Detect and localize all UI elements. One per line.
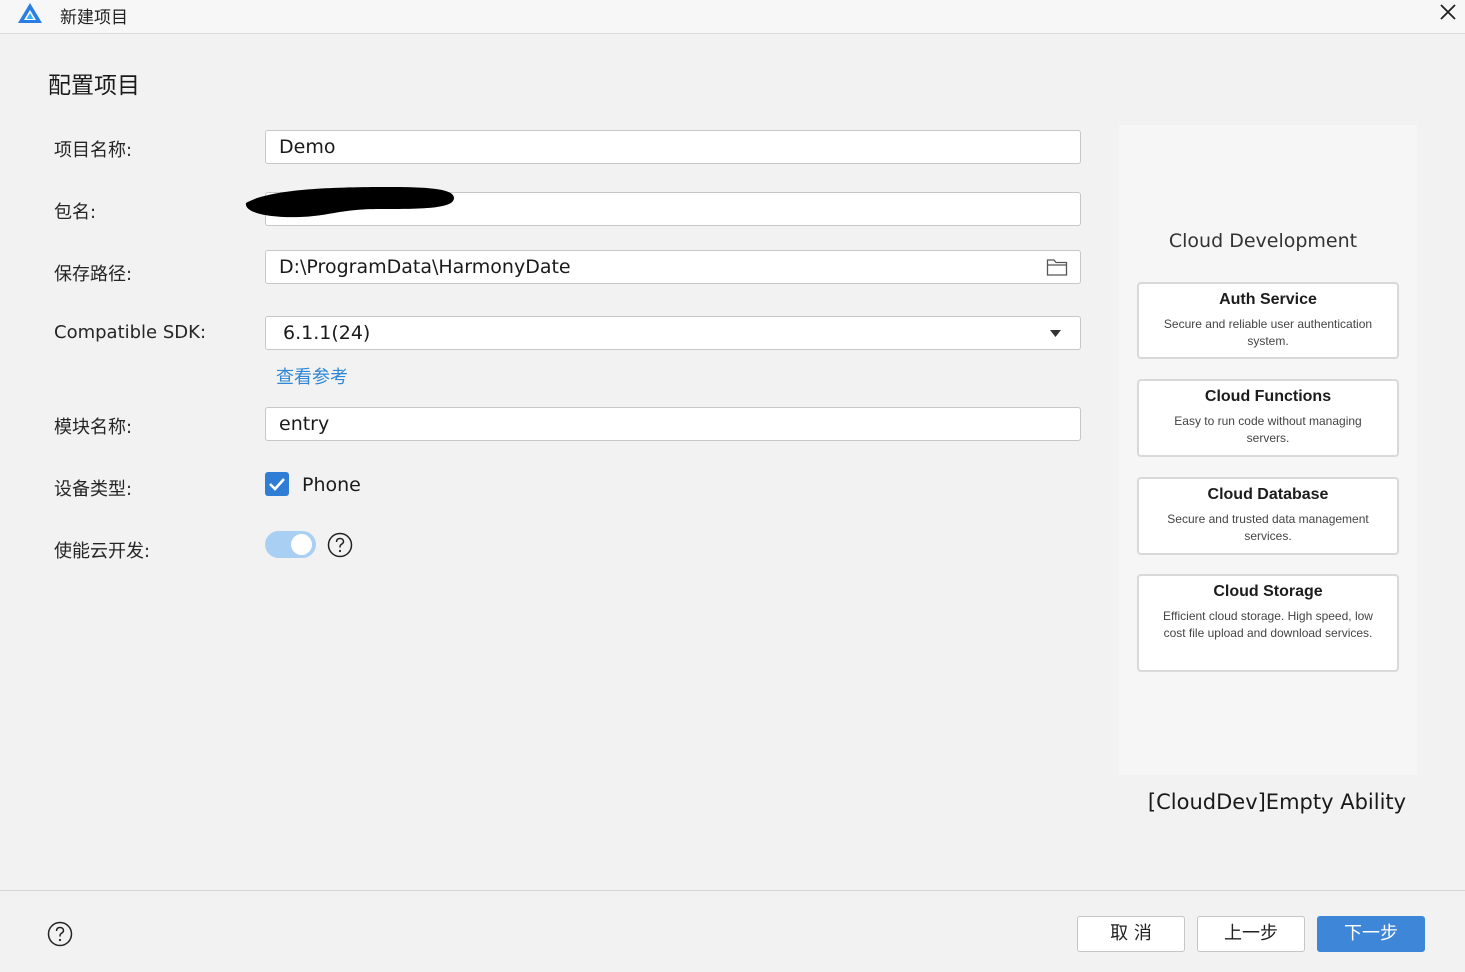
card-title: Cloud Storage bbox=[1213, 583, 1323, 600]
app-logo-icon bbox=[18, 3, 42, 23]
cloud-dev-label: 使能云开发: bbox=[54, 541, 151, 562]
card-title: Cloud Database bbox=[1207, 486, 1329, 503]
toggle-knob bbox=[291, 534, 312, 555]
phone-checkbox[interactable] bbox=[265, 472, 289, 496]
save-path-value: D:\ProgramData\HarmonyDate bbox=[279, 256, 571, 278]
page-title: 配置项目 bbox=[48, 73, 140, 99]
footer-divider bbox=[0, 890, 1465, 891]
card-description: Secure and reliable user authentication … bbox=[1163, 317, 1373, 348]
card-description: Easy to run code without managing server… bbox=[1174, 414, 1362, 445]
help-icon[interactable] bbox=[47, 921, 73, 947]
cloud-dev-toggle[interactable] bbox=[265, 531, 316, 558]
module-name-input[interactable]: entry bbox=[265, 407, 1081, 441]
phone-checkbox-label[interactable]: Phone bbox=[302, 474, 361, 496]
template-preview-panel: Cloud Development Auth Service Secure an… bbox=[1119, 125, 1417, 775]
card-title: Auth Service bbox=[1219, 291, 1317, 308]
card-description: Efficient cloud storage. High speed, low… bbox=[1163, 609, 1373, 640]
compatible-sdk-label: Compatible SDK: bbox=[54, 322, 207, 343]
project-name-label: 项目名称: bbox=[54, 140, 133, 161]
card-title: Cloud Functions bbox=[1204, 388, 1332, 405]
previous-button[interactable]: 上一步 bbox=[1197, 916, 1305, 952]
auth-service-card: Auth Service Secure and reliable user au… bbox=[1137, 282, 1399, 359]
dropdown-arrow-icon bbox=[1050, 330, 1061, 337]
window-title: 新建项目 bbox=[60, 8, 128, 28]
panel-title: Cloud Development bbox=[1168, 230, 1358, 252]
module-name-label: 模块名称: bbox=[54, 417, 133, 438]
cloud-storage-card: Cloud Storage Efficient cloud storage. H… bbox=[1137, 574, 1399, 672]
cloud-functions-card: Cloud Functions Easy to run code without… bbox=[1137, 379, 1399, 457]
help-icon[interactable] bbox=[327, 532, 353, 558]
project-name-input[interactable]: Demo bbox=[265, 130, 1081, 164]
next-button[interactable]: 下一步 bbox=[1317, 916, 1425, 952]
cloud-database-card: Cloud Database Secure and trusted data m… bbox=[1137, 477, 1399, 555]
redaction-mark bbox=[245, 187, 454, 218]
compatible-sdk-select[interactable]: 6.1.1(24) bbox=[265, 316, 1081, 350]
card-description: Secure and trusted data management servi… bbox=[1167, 512, 1369, 543]
checkmark-icon bbox=[269, 478, 285, 491]
cancel-button[interactable]: 取 消 bbox=[1077, 916, 1185, 952]
close-icon[interactable] bbox=[1434, 0, 1462, 26]
module-name-value: entry bbox=[279, 413, 330, 435]
project-name-value: Demo bbox=[279, 136, 336, 158]
save-path-label: 保存路径: bbox=[54, 264, 133, 285]
package-name-label: 包名: bbox=[54, 202, 97, 223]
template-name: [CloudDev]Empty Ability bbox=[1147, 790, 1407, 814]
save-path-input[interactable]: D:\ProgramData\HarmonyDate bbox=[265, 250, 1081, 284]
title-bar: 新建项目 bbox=[0, 0, 1465, 34]
folder-icon[interactable] bbox=[1046, 257, 1068, 277]
compatible-sdk-value: 6.1.1(24) bbox=[283, 322, 371, 344]
device-type-label: 设备类型: bbox=[54, 479, 133, 500]
view-reference-link[interactable]: 查看参考 bbox=[276, 363, 348, 389]
